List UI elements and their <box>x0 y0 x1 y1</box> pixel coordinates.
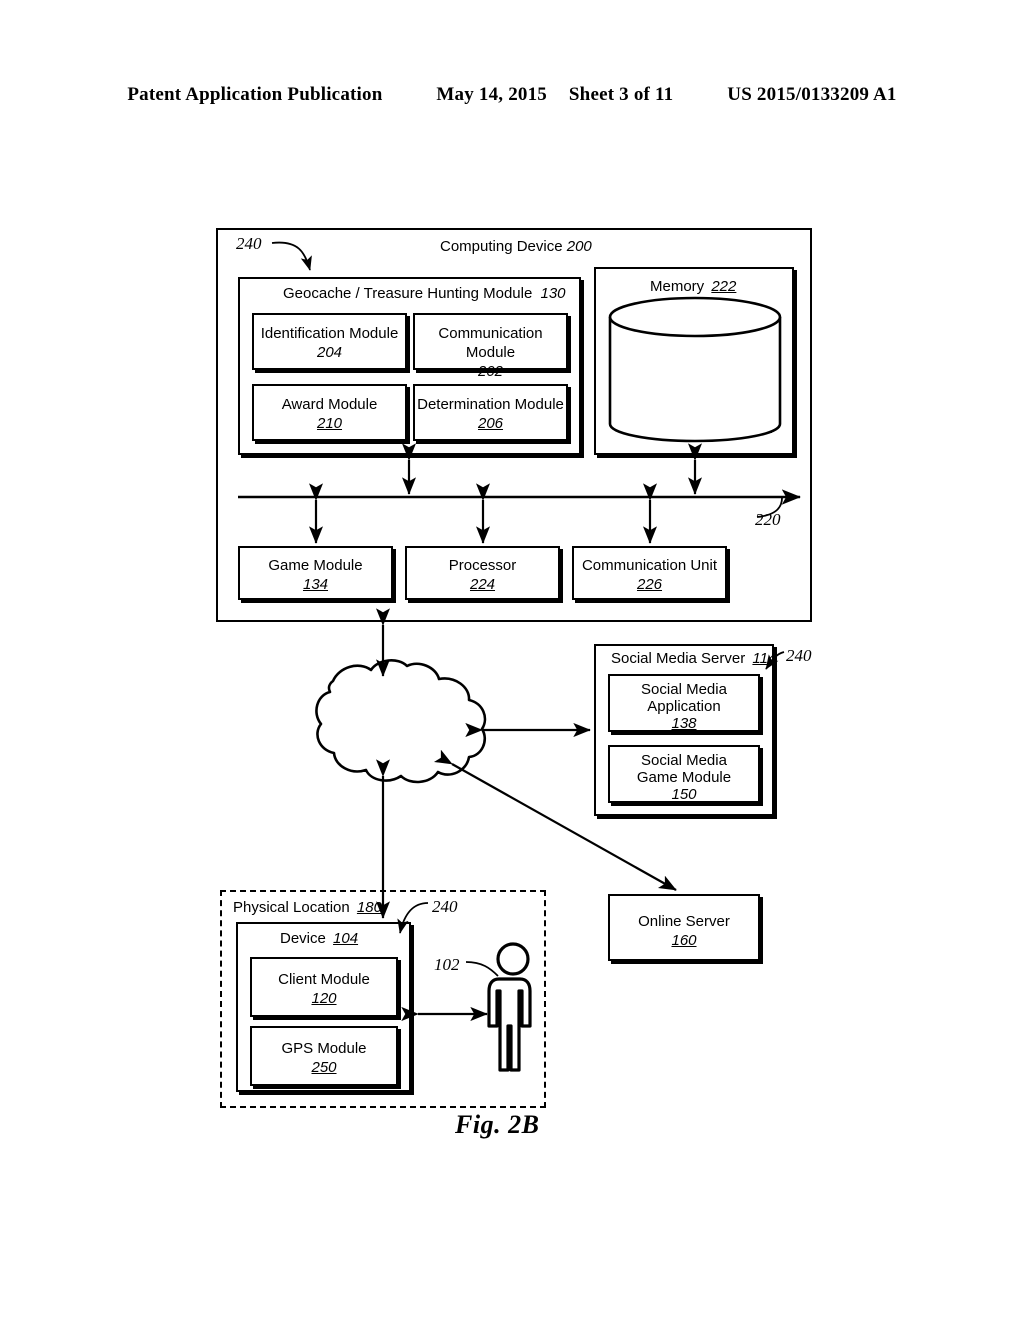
game-account-item-128: 128 <box>628 377 690 417</box>
callout-240-computing-device: 240 <box>236 234 262 253</box>
online-server-box: Online Server 160 <box>608 894 760 961</box>
identification-module-box: Identification Module 204 <box>252 313 407 370</box>
client-module-label: Client Module <box>278 971 370 988</box>
device-title-text: Device <box>280 930 326 947</box>
processor-box: Processor 224 <box>405 546 560 600</box>
gps-module-ref: 250 <box>311 1059 337 1076</box>
determination-module-label: Determination Module <box>417 396 564 413</box>
memory-database-ref: 122 <box>677 316 703 333</box>
game-account-item-130-ref: 130 <box>716 390 742 407</box>
client-module-box: Client Module 120 <box>250 957 398 1017</box>
award-module-ref: 210 <box>316 415 343 432</box>
computing-device-title-text: Computing Device <box>440 238 563 255</box>
computing-device-title: Computing Device 200 <box>440 238 592 256</box>
network-title: Network <box>341 705 411 726</box>
gps-module-label: GPS Module <box>281 1040 367 1057</box>
communication-module-ref: 202 <box>477 363 504 380</box>
social-media-server-title-text: Social Media Server <box>611 650 746 667</box>
processor-ref: 224 <box>469 576 496 593</box>
game-account-item-128-ref: 128 <box>646 390 672 407</box>
identification-module-label: Identification Module <box>260 325 399 342</box>
figure-caption: Fig. 2B <box>455 1110 540 1139</box>
game-account-item-130: 130 <box>698 377 760 417</box>
award-module-label: Award Module <box>281 396 378 413</box>
network-label: Network 140 <box>341 705 411 744</box>
communication-unit-ref: 226 <box>636 576 663 593</box>
geocache-module-title-text: Geocache / Treasure Hunting Module <box>283 285 533 302</box>
award-module-box: Award Module 210 <box>252 384 407 441</box>
bus-ref-220: 220 <box>755 510 781 529</box>
game-account-ref: 190 <box>732 357 758 374</box>
client-module-ref: 120 <box>311 990 337 1007</box>
social-media-game-module-box: Social Media Game Module 150 <box>608 745 760 803</box>
social-media-game-module-line2: Game Module <box>636 769 732 786</box>
communication-unit-box: Communication Unit 226 <box>572 546 727 600</box>
gps-module-box: GPS Module 250 <box>250 1026 398 1086</box>
publication-date: May 14, 2015 <box>436 84 547 105</box>
sheet-number: Sheet 3 of 11 <box>568 84 674 105</box>
geocache-module-ref: 130 <box>540 285 566 302</box>
callout-240-social-media-server: 240 <box>786 646 812 665</box>
callout-240-device: 240 <box>432 897 458 916</box>
game-module-box: Game Module 134 <box>238 546 393 600</box>
patent-number: US 2015/0133209 A1 <box>727 84 897 105</box>
game-account-label: Game Account <box>630 357 729 374</box>
publication-title: Patent Application Publication <box>127 84 383 105</box>
network-ref: 140 <box>362 726 390 743</box>
social-media-game-module-line1: Social Media <box>641 752 727 769</box>
social-media-application-line1: Social Media <box>641 681 727 698</box>
processor-label: Processor <box>448 557 517 574</box>
device-title: Device 104 <box>280 930 358 948</box>
social-media-application-box: Social Media Application 138 <box>608 674 760 732</box>
memory-title-text: Memory <box>650 278 705 295</box>
game-module-ref: 134 <box>302 576 329 593</box>
communication-module-label: Communication Module <box>438 325 543 361</box>
physical-location-title: Physical Location 180 <box>233 899 382 917</box>
computing-device-ref: 200 <box>566 238 592 255</box>
social-media-game-module-ref: 150 <box>671 786 697 803</box>
social-media-server-title: Social Media Server 114 <box>611 650 776 668</box>
physical-location-title-text: Physical Location <box>233 899 350 916</box>
social-media-server-ref: 114 <box>752 650 777 667</box>
game-module-label: Game Module <box>268 557 363 574</box>
social-media-application-line2: Application <box>647 698 721 715</box>
determination-module-box: Determination Module 206 <box>413 384 568 441</box>
geocache-module-title: Geocache / Treasure Hunting Module 130 <box>283 285 566 303</box>
device-ref: 104 <box>333 930 359 947</box>
determination-module-ref: 206 <box>477 415 504 432</box>
social-media-application-ref: 138 <box>671 715 697 732</box>
communication-module-box: Communication Module 202 <box>413 313 568 380</box>
identification-module-ref: 204 <box>316 344 343 361</box>
online-server-label: Online Server <box>638 913 730 930</box>
physical-location-ref: 180 <box>356 899 382 916</box>
memory-ref: 222 <box>711 278 737 295</box>
page-header: Patent Application Publication May 14, 2… <box>0 84 1024 106</box>
memory-title: Memory 222 <box>650 278 736 296</box>
user-ref-102: 102 <box>434 955 460 974</box>
online-server-ref: 160 <box>671 932 697 949</box>
communication-unit-label: Communication Unit <box>581 557 718 574</box>
